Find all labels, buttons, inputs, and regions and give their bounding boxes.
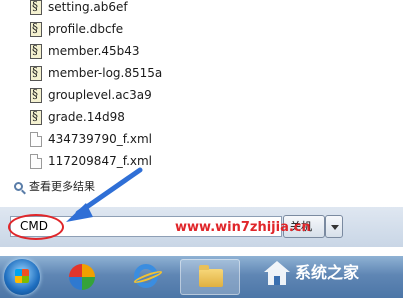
result-item-grouplevel[interactable]: grouplevel.ac3a9 <box>30 85 152 105</box>
script-file-icon <box>30 0 42 15</box>
result-item-label: setting.ab6ef <box>48 0 128 14</box>
result-item-label: grade.14d98 <box>48 110 125 124</box>
taskbar-internet-explorer[interactable] <box>120 259 172 295</box>
media-player-icon <box>69 264 95 290</box>
result-item-member[interactable]: member.45b43 <box>30 41 140 61</box>
result-item-profile[interactable]: profile.dbcfe <box>30 19 123 39</box>
result-item-label: grouplevel.ac3a9 <box>48 88 152 102</box>
start-menu: setting.ab6ef profile.dbcfe member.45b43… <box>0 0 403 256</box>
result-item-label: 117209847_f.xml <box>48 154 153 168</box>
start-button[interactable] <box>4 259 40 295</box>
result-item-label: member-log.8515a <box>48 66 163 80</box>
watermark-brand: 系统之家 <box>295 263 360 282</box>
result-item-label: member.45b43 <box>48 44 140 58</box>
result-item-setting[interactable]: setting.ab6ef <box>30 0 128 17</box>
result-item-xml-2[interactable]: 117209847_f.xml <box>30 151 152 171</box>
xml-file-icon <box>30 131 42 147</box>
folder-icon <box>199 265 223 287</box>
result-item-label: 434739790_f.xml <box>48 132 153 146</box>
xml-file-icon <box>30 153 42 169</box>
script-file-icon <box>30 65 42 81</box>
see-more-results-link[interactable]: 查看更多结果 <box>14 178 95 194</box>
see-more-label: 查看更多结果 <box>29 180 95 193</box>
annotation-circle <box>8 214 64 240</box>
search-icon <box>14 181 23 191</box>
house-logo-icon <box>264 261 290 285</box>
script-file-icon <box>30 109 42 125</box>
taskbar-media-player[interactable] <box>56 259 108 295</box>
result-item-grade[interactable]: grade.14d98 <box>30 107 125 127</box>
result-item-member-log[interactable]: member-log.8515a <box>30 63 162 83</box>
script-file-icon <box>30 21 42 37</box>
result-item-label: profile.dbcfe <box>48 22 124 36</box>
result-item-xml-1[interactable]: 434739790_f.xml <box>30 129 152 149</box>
internet-explorer-icon <box>134 264 158 288</box>
shutdown-options-button[interactable] <box>325 215 343 238</box>
watermark-url: www.win7zhijia.cn <box>175 220 311 235</box>
script-file-icon <box>30 87 42 103</box>
script-file-icon <box>30 43 42 59</box>
taskbar-file-explorer[interactable] <box>180 259 240 295</box>
